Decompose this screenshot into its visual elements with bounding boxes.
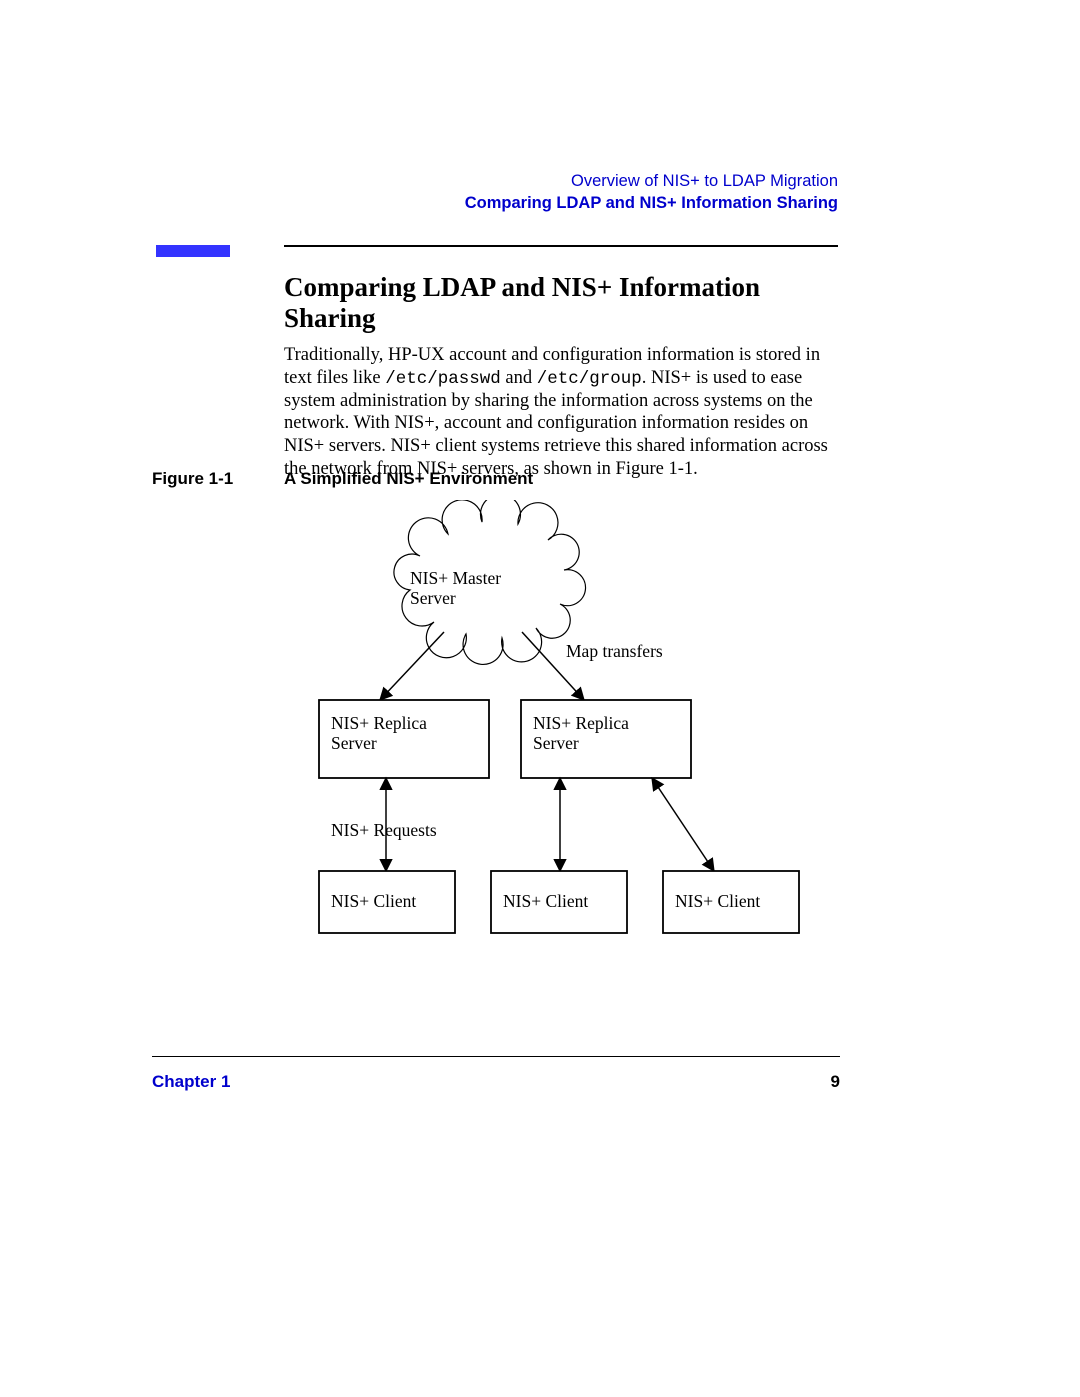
figure-caption: Figure 1-1A Simplified NIS+ Environment — [152, 469, 533, 489]
label-nis-requests: NIS+ Requests — [331, 820, 437, 840]
node-replica-2: NIS+ Replica Server — [533, 713, 663, 753]
node-master: NIS+ Master Server — [410, 568, 530, 608]
body-paragraph: Traditionally, HP-UX account and configu… — [284, 344, 840, 480]
node-replica-1: NIS+ Replica Server — [331, 713, 461, 753]
figure-caption-text: A Simplified NIS+ Environment — [284, 469, 533, 488]
body-part2: and — [501, 368, 537, 388]
node-client-2: NIS+ Client — [503, 891, 588, 911]
rule-top — [284, 245, 838, 247]
footer-page-number: 9 — [831, 1072, 840, 1092]
node-client-1: NIS+ Client — [331, 891, 416, 911]
diagram: NIS+ Master Server Map transfers NIS+ Re… — [284, 500, 844, 1000]
code-etc-group: /etc/group — [537, 369, 642, 389]
figure-label: Figure 1-1 — [152, 469, 284, 489]
page-title: Comparing LDAP and NIS+ Information Shar… — [284, 272, 838, 334]
header-breadcrumb: Overview of NIS+ to LDAP Migration — [465, 170, 838, 192]
label-map-transfers: Map transfers — [566, 641, 663, 661]
page-header: Overview of NIS+ to LDAP Migration Compa… — [465, 170, 838, 215]
header-section: Comparing LDAP and NIS+ Information Shar… — [465, 192, 838, 214]
page-footer: Chapter 1 9 — [152, 1072, 840, 1092]
node-client-3: NIS+ Client — [675, 891, 760, 911]
code-etc-passwd: /etc/passwd — [385, 369, 501, 389]
accent-bar — [156, 245, 230, 257]
footer-chapter: Chapter 1 — [152, 1072, 230, 1091]
rule-bottom — [152, 1056, 840, 1057]
